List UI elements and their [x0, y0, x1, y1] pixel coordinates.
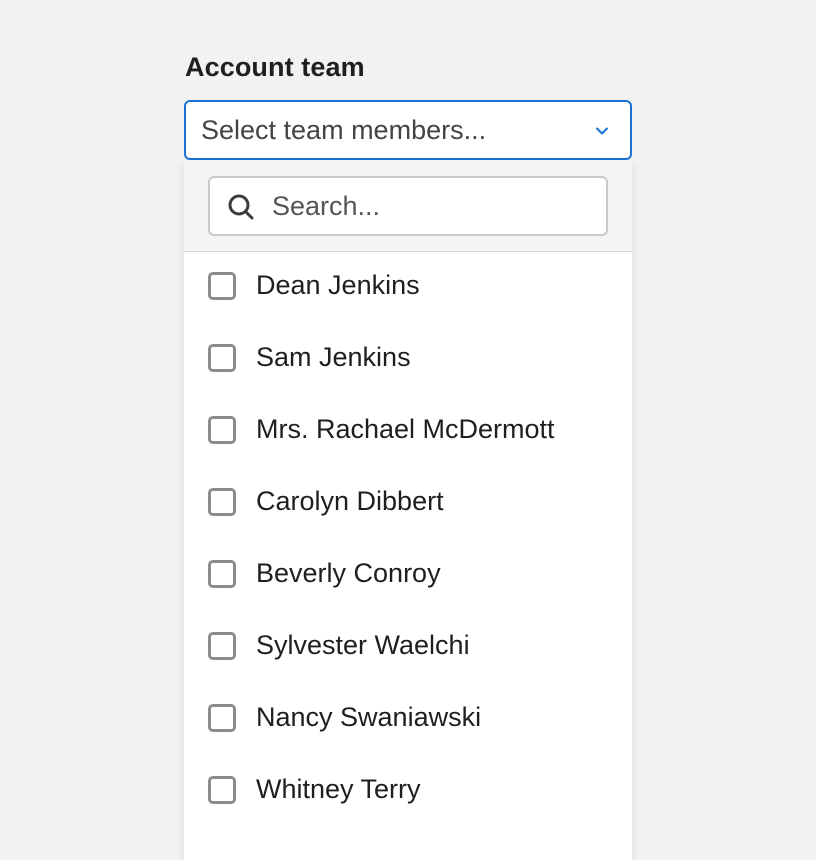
option-label: Dean Jenkins: [256, 270, 420, 300]
option-label: Nancy Swaniawski: [256, 702, 482, 732]
option-label: Whitney Terry: [256, 774, 421, 804]
search-input[interactable]: [272, 186, 592, 226]
option-label: Mrs. Rachael McDermott: [256, 414, 555, 444]
list-item[interactable]: Carolyn Dibbert: [184, 468, 632, 540]
search-box[interactable]: [208, 176, 608, 236]
chevron-down-icon: [596, 127, 608, 135]
checkbox[interactable]: [208, 416, 236, 444]
list-item[interactable]: Sam Jenkins: [184, 324, 632, 396]
list-item[interactable]: Beverly Conroy: [184, 540, 632, 612]
checkbox[interactable]: [208, 488, 236, 516]
checkbox[interactable]: [208, 344, 236, 372]
dropdown-panel: Dean Jenkins Sam Jenkins Mrs. Rachael Mc…: [184, 160, 632, 860]
search-area: [184, 160, 632, 252]
checkbox[interactable]: [208, 560, 236, 588]
list-item[interactable]: Nancy Swaniawski: [184, 684, 632, 756]
list-item[interactable]: Dean Jenkins: [184, 252, 632, 324]
list-item[interactable]: Mrs. Rachael McDermott: [184, 396, 632, 468]
option-label: Carolyn Dibbert: [256, 486, 444, 516]
checkbox[interactable]: [208, 704, 236, 732]
select-placeholder: Select team members...: [201, 115, 487, 145]
checkbox[interactable]: [208, 632, 236, 660]
team-members-select[interactable]: Select team members...: [184, 100, 632, 160]
checkbox[interactable]: [208, 272, 236, 300]
list-item[interactable]: Whitney Terry: [184, 756, 632, 828]
list-item[interactable]: Sylvester Waelchi: [184, 612, 632, 684]
option-label: Sam Jenkins: [256, 342, 411, 372]
option-list: Dean Jenkins Sam Jenkins Mrs. Rachael Mc…: [184, 252, 632, 828]
field-label: Account team: [185, 52, 365, 82]
option-label: Sylvester Waelchi: [256, 630, 470, 660]
option-label: Beverly Conroy: [256, 558, 441, 588]
checkbox[interactable]: [208, 776, 236, 804]
search-icon: [228, 194, 254, 220]
